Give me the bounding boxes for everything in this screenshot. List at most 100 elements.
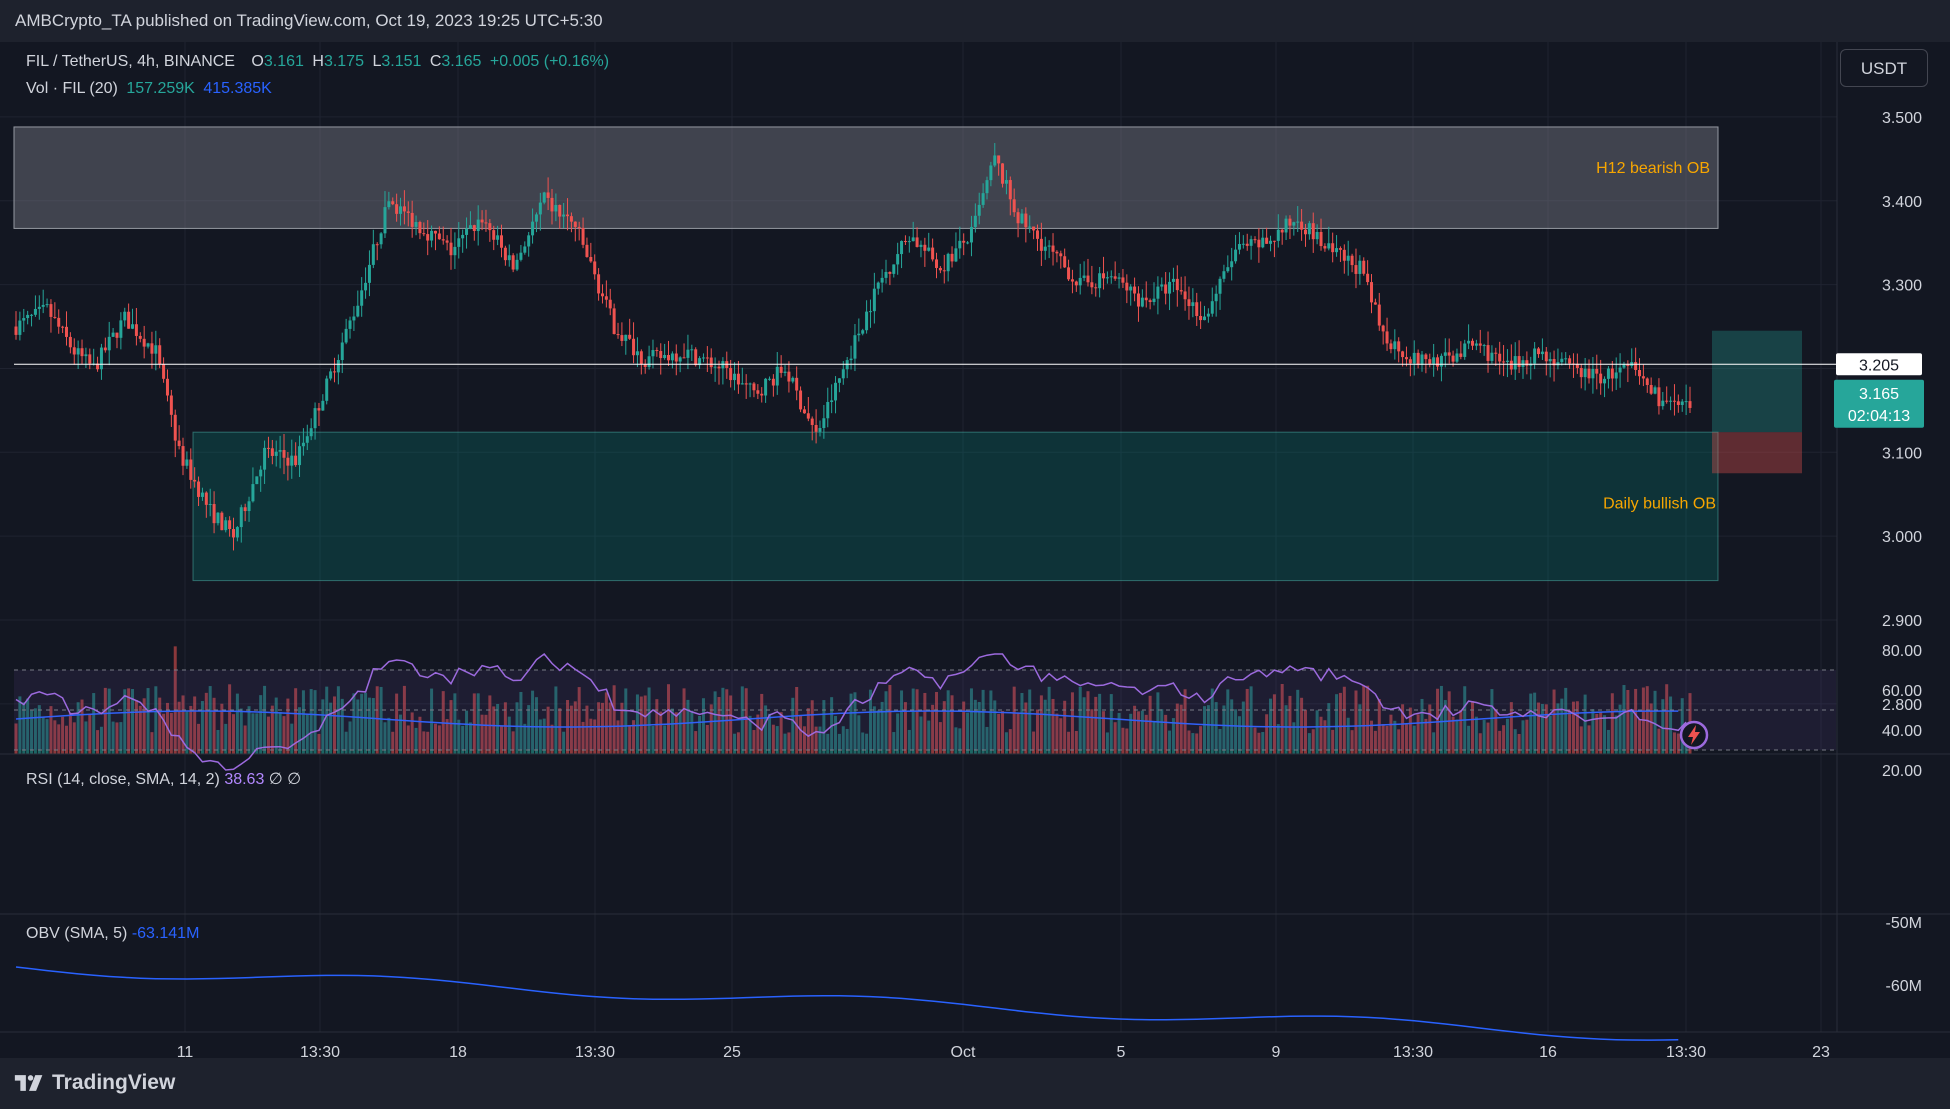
candle-body[interactable] xyxy=(503,247,507,261)
rsi-label[interactable]: RSI (14, close, SMA, 14, 2) xyxy=(26,771,220,788)
candle-body[interactable] xyxy=(1269,240,1273,244)
candle-body[interactable] xyxy=(705,357,709,359)
candle-body[interactable] xyxy=(53,316,57,318)
candle-body[interactable] xyxy=(441,239,445,241)
candle-body[interactable] xyxy=(282,450,286,458)
currency-button[interactable]: USDT xyxy=(1840,49,1928,87)
candle-body[interactable] xyxy=(667,355,671,361)
candle-body[interactable] xyxy=(962,240,966,243)
candle-body[interactable] xyxy=(1649,384,1653,394)
candle-body[interactable] xyxy=(997,155,1001,164)
candle-body[interactable] xyxy=(88,354,92,364)
candle-body[interactable] xyxy=(1517,356,1521,367)
candle-body[interactable] xyxy=(1296,221,1300,223)
candle-body[interactable] xyxy=(1237,244,1241,250)
candle-body[interactable] xyxy=(68,336,72,348)
candle-body[interactable] xyxy=(1533,348,1537,364)
candle-body[interactable] xyxy=(1280,229,1284,233)
candle-body[interactable] xyxy=(1059,253,1063,257)
candle-body[interactable] xyxy=(1478,343,1482,346)
candle-body[interactable] xyxy=(1653,387,1657,394)
candle-body[interactable] xyxy=(57,317,61,327)
candle-body[interactable] xyxy=(1086,275,1090,283)
candle-body[interactable] xyxy=(123,311,127,321)
candle-body[interactable] xyxy=(1288,218,1292,226)
candle-body[interactable] xyxy=(865,311,869,331)
candle-body[interactable] xyxy=(499,235,503,248)
position-stop-zone[interactable] xyxy=(1712,432,1802,474)
candle-body[interactable] xyxy=(399,206,403,214)
candle-body[interactable] xyxy=(162,364,166,379)
candle-body[interactable] xyxy=(387,201,391,208)
candle-body[interactable] xyxy=(235,527,239,538)
candle-body[interactable] xyxy=(760,393,764,396)
candle-body[interactable] xyxy=(1284,218,1288,233)
candle-body[interactable] xyxy=(783,371,787,373)
candle-body[interactable] xyxy=(826,401,830,419)
candle-body[interactable] xyxy=(158,345,162,365)
candle-body[interactable] xyxy=(321,400,325,411)
candle-body[interactable] xyxy=(1249,239,1253,246)
candle-body[interactable] xyxy=(154,345,158,354)
candle-body[interactable] xyxy=(1428,359,1432,364)
candle-body[interactable] xyxy=(1008,180,1012,200)
candle-body[interactable] xyxy=(379,233,383,245)
bullish-ob-zone[interactable] xyxy=(192,431,1719,582)
candle-body[interactable] xyxy=(1082,275,1086,278)
candle-body[interactable] xyxy=(173,414,177,441)
candle-body[interactable] xyxy=(465,228,469,235)
candle-body[interactable] xyxy=(1319,231,1323,247)
candle-body[interactable] xyxy=(1366,273,1370,283)
candle-body[interactable] xyxy=(131,324,135,329)
candle-body[interactable] xyxy=(977,204,981,216)
candle-body[interactable] xyxy=(1016,212,1020,224)
candle-body[interactable] xyxy=(329,371,333,379)
candle-body[interactable] xyxy=(111,332,115,337)
candle-body[interactable] xyxy=(1645,378,1649,385)
candle-body[interactable] xyxy=(1043,246,1047,251)
candle-body[interactable] xyxy=(72,347,76,355)
candle-body[interactable] xyxy=(301,442,305,447)
candle-body[interactable] xyxy=(103,347,107,351)
candle-body[interactable] xyxy=(686,349,690,358)
candle-body[interactable] xyxy=(480,219,484,223)
candle-body[interactable] xyxy=(1102,273,1106,279)
candle-body[interactable] xyxy=(1199,315,1203,321)
candle-body[interactable] xyxy=(674,353,678,362)
candle-body[interactable] xyxy=(243,507,247,512)
candle-body[interactable] xyxy=(14,326,18,335)
candle-body[interactable] xyxy=(775,366,779,386)
candle-body[interactable] xyxy=(853,335,857,359)
candle-body[interactable] xyxy=(981,193,985,205)
candle-body[interactable] xyxy=(938,267,942,271)
candle-body[interactable] xyxy=(1672,400,1676,402)
candle-body[interactable] xyxy=(830,400,834,402)
candle-body[interactable] xyxy=(519,252,523,260)
candle-body[interactable] xyxy=(717,366,721,369)
candle-body[interactable] xyxy=(1047,245,1051,247)
candle-body[interactable] xyxy=(461,234,465,239)
candle-body[interactable] xyxy=(352,316,356,321)
candle-body[interactable] xyxy=(1241,243,1245,245)
candle-body[interactable] xyxy=(1688,401,1692,408)
candle-body[interactable] xyxy=(515,259,519,270)
candle-body[interactable] xyxy=(1505,360,1509,362)
candle-body[interactable] xyxy=(1420,354,1424,365)
candle-body[interactable] xyxy=(492,230,496,240)
candle-body[interactable] xyxy=(927,247,931,251)
candle-body[interactable] xyxy=(1467,340,1471,344)
candle-body[interactable] xyxy=(589,256,593,262)
candle-body[interactable] xyxy=(430,230,434,241)
symbol-label[interactable]: FIL / TetherUS, 4h, BINANCE xyxy=(26,53,235,70)
candle-body[interactable] xyxy=(1152,298,1156,303)
candle-body[interactable] xyxy=(818,428,822,432)
candle-body[interactable] xyxy=(1117,277,1121,279)
candle-body[interactable] xyxy=(1509,360,1513,370)
candle-body[interactable] xyxy=(942,270,946,272)
candle-body[interactable] xyxy=(888,271,892,274)
candle-body[interactable] xyxy=(1335,248,1339,253)
candle-body[interactable] xyxy=(138,335,142,339)
candle-body[interactable] xyxy=(1381,325,1385,332)
candle-body[interactable] xyxy=(841,369,845,379)
candle-body[interactable] xyxy=(884,271,888,278)
